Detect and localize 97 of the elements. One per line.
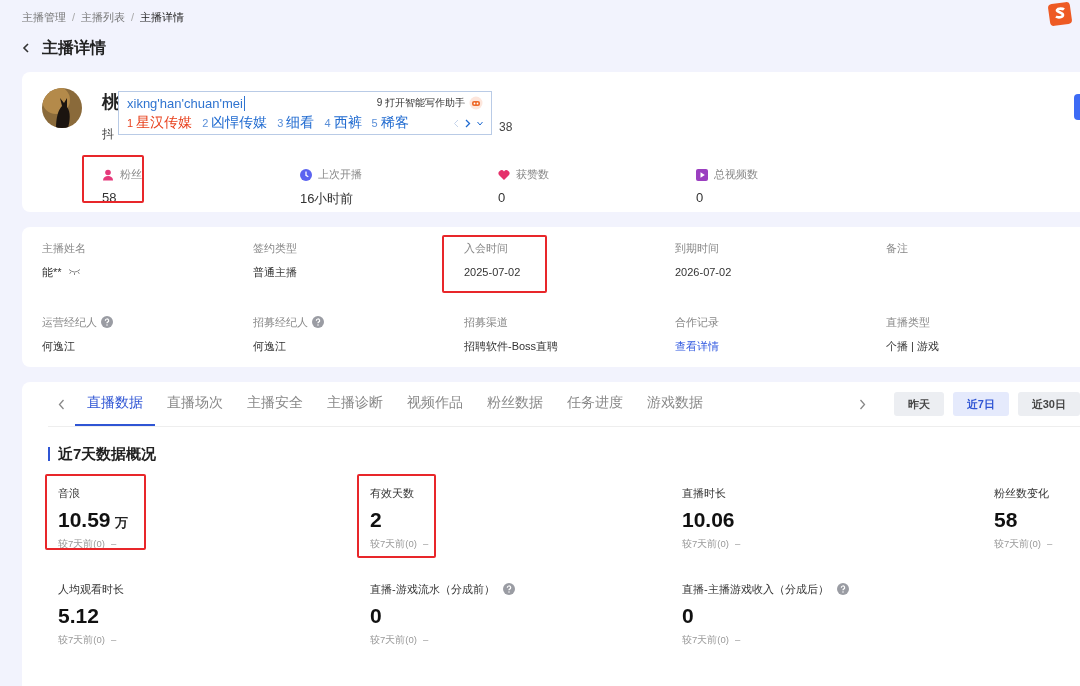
chevron-right-icon[interactable] (465, 118, 471, 128)
metric-value: 2 (370, 508, 382, 532)
clock-icon (300, 168, 312, 181)
metric-unit: 万 (114, 514, 128, 532)
metric-label: 有效天数 (370, 485, 414, 501)
chevron-left-icon[interactable] (58, 398, 65, 410)
metric-value: 0 (370, 604, 382, 628)
comparison-text: 较7天前(0) (370, 538, 417, 551)
video-icon (696, 168, 708, 181)
eye-closed-icon[interactable] (67, 268, 81, 276)
view-details-link[interactable]: 查看详情 (675, 338, 719, 354)
field-value: 何逸江 (253, 338, 286, 354)
tab[interactable]: 视频作品 (395, 382, 475, 426)
field-value: 2026-07-02 (675, 266, 732, 278)
candidate-word[interactable]: 5 稀客 (371, 114, 409, 132)
candidate-word[interactable]: 2 凶悍传媒 (202, 114, 268, 132)
heart-icon (498, 168, 510, 181)
metric-label: 直播时长 (682, 485, 726, 501)
metric-label: 粉丝数变化 (994, 485, 1049, 501)
comparison-text: 较7天前(0) (370, 634, 417, 647)
action-button[interactable] (1074, 94, 1080, 120)
metric-value: 5.12 (58, 604, 99, 628)
comparison-text: 较7天前(0) (994, 538, 1041, 551)
stat-label: 总视频数 (714, 167, 758, 182)
stat-label: 获赞数 (516, 167, 549, 182)
tab[interactable]: 游戏数据 (635, 382, 715, 426)
help-icon[interactable] (836, 583, 849, 595)
trend-mark: – (110, 538, 117, 551)
comparison-text: 较7天前(0) (58, 634, 105, 647)
trend-mark: – (110, 634, 117, 647)
breadcrumb-item[interactable]: 主播列表 (81, 9, 126, 25)
range-button[interactable]: 近30日 (1017, 392, 1080, 416)
breadcrumb-separator: / (131, 11, 135, 23)
metric-label: 音浪 (58, 485, 80, 501)
stat-label: 上次开播 (318, 167, 362, 182)
tab[interactable]: 直播场次 (155, 382, 235, 426)
stat-value: 16小时前 (300, 190, 355, 208)
field-value: 何逸江 (42, 338, 75, 354)
breadcrumb-separator: / (72, 11, 76, 23)
field-label: 签约类型 (253, 240, 297, 256)
help-icon[interactable] (101, 316, 113, 328)
tab[interactable]: 直播数据 (75, 382, 155, 426)
range-button[interactable]: 近7日 (952, 392, 1009, 416)
stat-label: 粉丝 (120, 167, 142, 182)
tab[interactable]: 主播安全 (235, 382, 315, 426)
input-method-logo[interactable] (1048, 2, 1072, 26)
tab[interactable]: 粉丝数据 (475, 382, 555, 426)
field-label: 招募经纪人 (253, 314, 308, 330)
metric-label: 直播-主播游戏收入（分成后） (682, 581, 829, 597)
field-label: 到期时间 (675, 240, 719, 256)
stat-value: 0 (696, 190, 705, 205)
field-value: 招聘软件-Boss直聘 (464, 338, 559, 354)
robot-icon[interactable] (469, 96, 483, 110)
trend-mark: – (422, 634, 429, 647)
range-button[interactable]: 昨天 (893, 392, 944, 416)
trend-mark: – (734, 634, 741, 647)
field-label: 直播类型 (886, 314, 930, 330)
metric-value: 10.06 (682, 508, 735, 532)
field-label: 主播姓名 (42, 240, 86, 256)
help-icon[interactable] (502, 583, 515, 595)
comparison-text: 较7天前(0) (682, 634, 729, 647)
tab[interactable]: 主播诊断 (315, 382, 395, 426)
page-title: 主播详情 (42, 37, 106, 58)
field-value: 2025-07-02 (464, 266, 521, 278)
trend-mark: – (734, 538, 741, 551)
field-value: 普通主播 (253, 264, 297, 280)
candidate-word[interactable]: 4 西裤 (324, 114, 362, 132)
help-icon[interactable] (312, 316, 324, 328)
account-id: 38 (499, 120, 513, 134)
field-label: 入会时间 (464, 240, 508, 256)
trend-mark: – (422, 538, 429, 551)
chevron-right-icon[interactable] (858, 398, 866, 410)
breadcrumb-item[interactable]: 主播管理 (22, 9, 66, 25)
avatar (42, 88, 82, 128)
field-value: 个播 | 游戏 (886, 338, 939, 354)
candidate-word[interactable]: 3 细看 (277, 114, 315, 132)
metric-value: 58 (994, 508, 1018, 532)
back-icon[interactable] (22, 43, 30, 53)
stat-value: 0 (498, 190, 507, 205)
field-label: 运营经纪人 (42, 314, 97, 330)
metric-label: 直播-游戏流水（分成前） (370, 581, 495, 597)
candidate-word[interactable]: 1 星汉传媒 (127, 114, 193, 132)
tab[interactable]: 任务进度 (555, 382, 635, 426)
comparison-text: 较7天前(0) (682, 538, 729, 551)
platform-label: 抖 (102, 126, 115, 143)
trend-mark: – (1046, 538, 1053, 551)
field-value: 能** (42, 264, 62, 280)
metric-label: 人均观看时长 (58, 581, 124, 597)
assistant-option[interactable]: 9 打开智能写作助手 (376, 96, 465, 110)
breadcrumb-item: 主播详情 (140, 9, 185, 25)
metric-value: 0 (682, 604, 694, 628)
field-label: 备注 (886, 240, 908, 256)
section-title: 近7天数据概况 (58, 444, 157, 464)
field-label: 招募渠道 (464, 314, 508, 330)
field-label: 合作记录 (675, 314, 719, 330)
metric-value: 10.59 (58, 508, 111, 532)
person-icon (102, 168, 114, 181)
